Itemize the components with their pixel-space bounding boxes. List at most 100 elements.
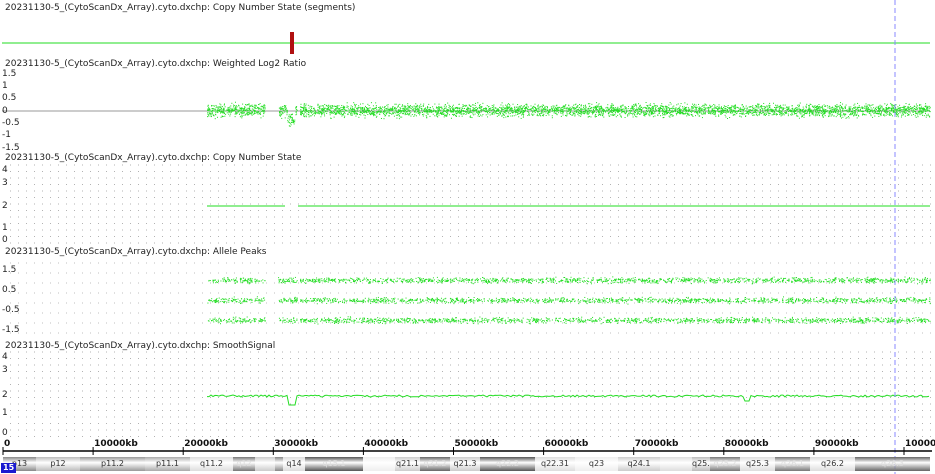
log2-point (241, 112, 243, 114)
log2-point (537, 104, 539, 106)
allele-peak-point (693, 280, 695, 282)
log2-point (231, 102, 233, 104)
log2-point (875, 106, 877, 108)
allele-peak-point (818, 281, 820, 283)
log2-point (651, 112, 653, 114)
log2-point (407, 108, 409, 110)
log2-point (840, 110, 842, 112)
log2-point (849, 108, 851, 110)
log2-point (242, 112, 244, 114)
log2-point (813, 108, 815, 110)
log2-point (695, 115, 697, 117)
log2-point (651, 107, 653, 109)
log2-point (822, 116, 824, 118)
log2-point (815, 106, 817, 108)
log2-point (437, 112, 439, 114)
log2-point (831, 108, 833, 110)
log2-point (686, 103, 688, 105)
log2-point (363, 107, 365, 109)
log2-point (897, 114, 899, 116)
log2-point (220, 112, 222, 114)
log2-point (913, 109, 915, 111)
log2-point (483, 108, 485, 110)
log2-point (554, 108, 556, 110)
log2-point (654, 105, 656, 107)
log2-point (562, 114, 564, 116)
allele-peak-point (576, 278, 578, 280)
log2-point (251, 108, 253, 110)
log2-point (700, 112, 702, 114)
log2-point (627, 112, 629, 114)
log2-point (355, 104, 357, 106)
log2-point (313, 112, 315, 114)
log2-point (896, 108, 898, 110)
log2-point (344, 115, 346, 117)
log2-point (676, 104, 678, 106)
log2-point (327, 106, 329, 108)
log2-point (452, 105, 454, 107)
log2-point (386, 108, 388, 110)
log2-point (583, 111, 585, 113)
log2-point (599, 110, 601, 112)
log2-point (673, 105, 675, 107)
allele-peak-point (362, 279, 364, 281)
allele-peak-point (723, 278, 725, 280)
log2-point (482, 102, 484, 104)
log2-point (509, 107, 511, 109)
log2-point (436, 106, 438, 108)
log2-point (413, 105, 415, 107)
log2-point (350, 108, 352, 110)
log2-point (345, 109, 347, 111)
allele-peak-point (900, 280, 902, 282)
log2-point (905, 112, 907, 114)
allele-peak-point (305, 278, 307, 280)
log2-point (606, 110, 608, 112)
log2-point (207, 116, 209, 118)
log2-point (208, 113, 210, 115)
log2-point (497, 110, 499, 112)
log2-point (880, 106, 882, 108)
log2-point (302, 111, 304, 113)
log2-point (588, 112, 590, 114)
log2-point (649, 115, 651, 117)
log2-point (517, 106, 519, 108)
log2-point (364, 109, 366, 111)
log2-point (425, 107, 427, 109)
log2-point (322, 109, 324, 111)
log2-point (893, 109, 895, 111)
log2-point (841, 114, 843, 116)
log2-point (690, 111, 692, 113)
allele-peak-point (419, 280, 421, 282)
allele-peak-point (727, 281, 729, 283)
log2-point (815, 110, 817, 112)
log2-point (814, 111, 816, 113)
log2-point (411, 108, 413, 110)
log2-point (387, 110, 389, 112)
log2-point (241, 117, 243, 119)
log2-point (704, 109, 706, 111)
log2-point (612, 114, 614, 116)
log2-point (814, 115, 816, 117)
log2-point (819, 112, 821, 114)
log2-point (419, 112, 421, 114)
log2-point (901, 111, 903, 113)
log2-point (526, 105, 528, 107)
allele-peak-point (769, 278, 771, 280)
plot-area[interactable] (0, 0, 935, 474)
log2-point (473, 104, 475, 106)
log2-point (720, 109, 722, 111)
log2-point (594, 107, 596, 109)
log2-point (353, 102, 355, 104)
log2-point (680, 103, 682, 105)
log2-point (869, 108, 871, 110)
log2-point (425, 115, 427, 117)
log2-point (886, 108, 888, 110)
log2-point (665, 105, 667, 107)
log2-point (587, 111, 589, 113)
log2-point (500, 111, 502, 113)
log2-point (433, 109, 435, 111)
log2-point (610, 105, 612, 107)
log2-point (797, 107, 799, 109)
log2-point (374, 108, 376, 110)
log2-point (249, 108, 251, 110)
